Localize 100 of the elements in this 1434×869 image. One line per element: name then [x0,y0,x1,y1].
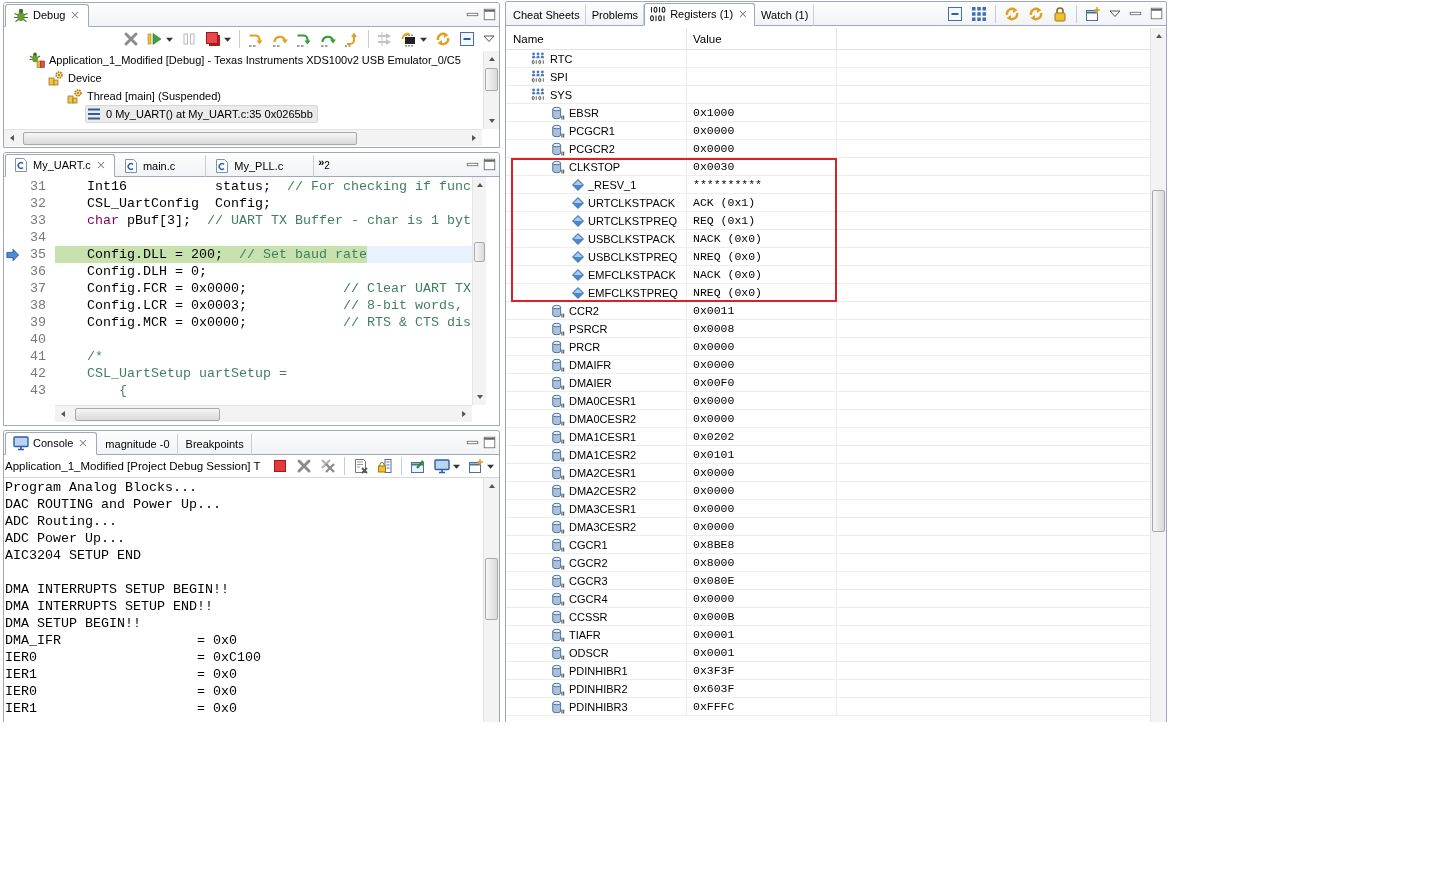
refresh-icon[interactable] [435,31,451,47]
bent-arrow-icon[interactable] [248,31,264,47]
scroll-lock-icon[interactable] [377,458,393,474]
scroll-left-icon[interactable] [8,134,16,142]
maximize-icon[interactable] [483,436,496,449]
tab[interactable]: Debug [5,4,90,27]
scroll-up-icon[interactable] [1154,32,1163,40]
tree-item[interactable]: Application_1_Modified [Debug] - Texas Instruments XDS100v2 USB Emulator_0/C5 [28,51,466,69]
register-value: 0x0000 [693,358,735,371]
refresh-icon[interactable] [1028,5,1044,22]
vertical-scrollbar[interactable] [483,478,499,722]
column-header[interactable]: Name [513,32,544,45]
scroll-up-icon[interactable] [487,55,496,63]
tree-item[interactable]: Device [47,69,107,87]
diamond-icon [572,214,584,227]
line-number: 36 [30,264,46,279]
scrollbar-thumb[interactable] [474,242,485,262]
vertical-scrollbar[interactable] [472,177,486,405]
vertical-scrollbar[interactable] [1150,28,1166,722]
register-value: REQ (0x1) [693,214,756,227]
caret-icon[interactable] [420,35,427,43]
code-line: Config.LCR = 0x0003; // 8-bit words, [87,298,463,313]
line-number: 40 [30,332,46,347]
register-value: 0x0000 [693,142,735,155]
grid-icon[interactable] [971,5,987,22]
line-number: 33 [30,213,46,228]
scrollbar-thumb[interactable] [485,68,498,91]
maximize-icon[interactable] [483,158,496,171]
scrollbar-thumb[interactable] [23,131,357,145]
up-arrow-icon[interactable] [344,31,360,47]
line-number: 41 [30,349,46,364]
register-value: NREQ (0x0) [693,286,762,299]
scrollbar-thumb[interactable] [75,407,220,421]
tab[interactable]: Registers (1) [644,3,756,26]
register-name: DMAIFR [569,358,612,371]
register-name: DMA2CESR1 [569,466,637,479]
tab[interactable]: Cheat Sheets [507,4,586,26]
horizontal-scrollbar[interactable] [4,129,482,146]
register-name: DMA0CESR2 [569,412,637,425]
bent-arrow-icon[interactable] [296,31,312,47]
register-value: 0x3F3F [693,664,735,677]
minus-box-icon[interactable] [947,5,963,22]
refresh-icon[interactable] [1004,5,1020,22]
scroll-down-icon[interactable] [475,393,484,401]
cross-icon[interactable] [123,31,139,47]
play-icon[interactable] [147,31,163,47]
chip-icon[interactable] [401,31,417,47]
maximize-icon[interactable] [483,8,496,21]
window-plus-icon[interactable] [468,458,484,474]
group-icon [530,87,546,102]
caret-icon[interactable] [166,35,173,43]
scrollbar-thumb[interactable] [1152,190,1165,532]
page-cross-icon[interactable] [353,458,369,474]
scrollbar-thumb[interactable] [485,558,498,620]
scroll-down-icon[interactable] [487,117,496,125]
column-header[interactable]: Value [693,32,722,45]
tab[interactable]: Watch (1) [755,4,815,26]
view-menu-icon[interactable] [1109,7,1121,20]
tree-item[interactable]: Thread [main] (Suspended) [66,87,226,105]
register-name: CLKSTOP [569,160,621,173]
register-value: ACK (0x1) [693,196,756,209]
minus-box-icon[interactable] [459,31,475,47]
view-menu-icon[interactable] [483,33,495,45]
tab[interactable]: Breakpoints [177,433,252,455]
register-name: DMA3CESR2 [569,520,637,533]
tab[interactable]: Console [5,432,98,455]
register-value: 0x000B [693,610,735,623]
scroll-right-icon[interactable] [460,410,468,418]
tab[interactable]: main.c [114,155,207,177]
register-name: CGCR4 [569,592,608,605]
cross-icon[interactable] [296,458,312,474]
window-plus-icon[interactable] [1085,5,1101,22]
register-name: DMA3CESR1 [569,502,637,515]
code-line: Config.DLH = 0; [87,264,207,279]
scroll-left-icon[interactable] [59,410,67,418]
window-pin-icon[interactable] [410,458,426,474]
tree-item[interactable]: 0 My_UART() at My_UART.c:35 0x0265bb [85,105,318,123]
tab[interactable]: My_UART.c [5,154,115,177]
tab[interactable]: My_PLL.c [206,155,315,177]
maximize-icon[interactable] [1150,7,1163,20]
scroll-up-icon[interactable] [487,482,496,490]
diamond-icon [572,286,584,299]
scroll-up-icon[interactable] [475,181,484,189]
monitor-icon[interactable] [434,458,450,474]
register-value: 0x0008 [693,322,735,335]
scroll-right-icon[interactable] [470,134,478,142]
lock-icon[interactable] [1052,5,1068,22]
tab[interactable]: magnitude -0 [97,433,178,455]
caret-icon[interactable] [487,462,494,470]
caret-icon[interactable] [224,35,231,43]
caret-icon[interactable] [453,462,460,470]
horizontal-scrollbar[interactable] [55,405,472,422]
console-line: IER1 = 0x0 [5,667,237,682]
register-value: 0x0000 [693,484,735,497]
stop-icon[interactable] [205,31,221,47]
group-icon [530,69,546,84]
double-cross-icon[interactable] [320,458,336,474]
register-value: 0x0000 [693,412,735,425]
vertical-scrollbar[interactable] [483,51,499,129]
stop-icon[interactable] [272,458,288,474]
